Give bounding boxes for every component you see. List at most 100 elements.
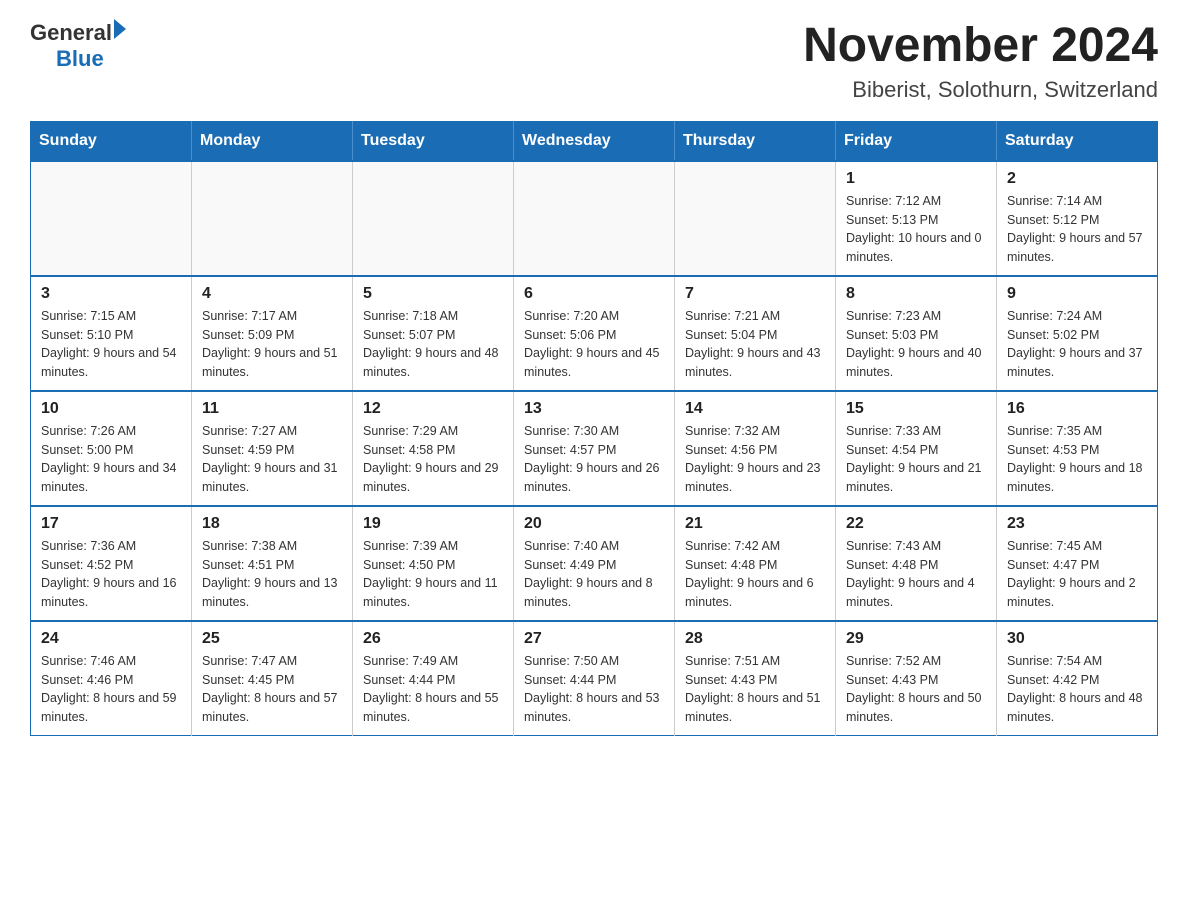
day-info: Sunrise: 7:14 AMSunset: 5:12 PMDaylight:… [1007, 192, 1147, 267]
col-header-wednesday: Wednesday [514, 121, 675, 161]
calendar-cell: 15 Sunrise: 7:33 AMSunset: 4:54 PMDayligh… [836, 391, 997, 506]
header: General Blue November 2024 Biberist, Sol… [30, 20, 1158, 103]
day-info: Sunrise: 7:49 AMSunset: 4:44 PMDaylight:… [363, 652, 503, 727]
day-info: Sunrise: 7:15 AMSunset: 5:10 PMDaylight:… [41, 307, 181, 382]
calendar-cell: 25Sunrise: 7:47 AMSunset: 4:45 PMDayligh… [192, 621, 353, 736]
day-number: 13 [524, 400, 664, 418]
calendar-cell [31, 161, 192, 276]
day-info: Sunrise: 7:33 AMSunset: 4:54 PMDaylight:… [846, 422, 986, 497]
day-number: 11 [202, 400, 342, 418]
calendar-cell [675, 161, 836, 276]
day-number: 18 [202, 515, 342, 533]
day-info: Sunrise: 7:18 AMSunset: 5:07 PMDaylight:… [363, 307, 503, 382]
calendar-cell: 17Sunrise: 7:36 AMSunset: 4:52 PMDayligh… [31, 506, 192, 621]
day-number: 14 [685, 400, 825, 418]
day-number: 4 [202, 285, 342, 303]
calendar-cell: 2 Sunrise: 7:14 AMSunset: 5:12 PMDaylight… [997, 161, 1158, 276]
day-info: Sunrise: 7:27 AMSunset: 4:59 PMDaylight:… [202, 422, 342, 497]
day-info: Sunrise: 7:26 AMSunset: 5:00 PMDaylight:… [41, 422, 181, 497]
calendar-week-row: 17Sunrise: 7:36 AMSunset: 4:52 PMDayligh… [31, 506, 1158, 621]
day-number: 2 [1007, 170, 1147, 188]
calendar-week-row: 10 Sunrise: 7:26 AMSunset: 5:00 PMDayligh… [31, 391, 1158, 506]
day-info: Sunrise: 7:21 AMSunset: 5:04 PMDaylight:… [685, 307, 825, 382]
day-info: Sunrise: 7:50 AMSunset: 4:44 PMDaylight:… [524, 652, 664, 727]
col-header-friday: Friday [836, 121, 997, 161]
col-header-tuesday: Tuesday [353, 121, 514, 161]
day-info: Sunrise: 7:29 AMSunset: 4:58 PMDaylight:… [363, 422, 503, 497]
calendar-cell [514, 161, 675, 276]
day-number: 16 [1007, 400, 1147, 418]
day-info: Sunrise: 7:46 AMSunset: 4:46 PMDaylight:… [41, 652, 181, 727]
day-number: 6 [524, 285, 664, 303]
day-number: 12 [363, 400, 503, 418]
calendar-cell: 20 Sunrise: 7:40 AMSunset: 4:49 PMDayligh… [514, 506, 675, 621]
col-header-monday: Monday [192, 121, 353, 161]
day-info: Sunrise: 7:52 AMSunset: 4:43 PMDaylight:… [846, 652, 986, 727]
calendar-cell: 8 Sunrise: 7:23 AMSunset: 5:03 PMDaylight… [836, 276, 997, 391]
calendar-cell: 21 Sunrise: 7:42 AMSunset: 4:48 PMDayligh… [675, 506, 836, 621]
col-header-sunday: Sunday [31, 121, 192, 161]
day-number: 19 [363, 515, 503, 533]
calendar-cell: 10 Sunrise: 7:26 AMSunset: 5:00 PMDayligh… [31, 391, 192, 506]
day-info: Sunrise: 7:17 AMSunset: 5:09 PMDaylight:… [202, 307, 342, 382]
day-number: 15 [846, 400, 986, 418]
day-info: Sunrise: 7:12 AMSunset: 5:13 PMDaylight:… [846, 192, 986, 267]
day-number: 21 [685, 515, 825, 533]
day-info: Sunrise: 7:42 AMSunset: 4:48 PMDaylight:… [685, 537, 825, 612]
day-number: 7 [685, 285, 825, 303]
calendar-cell: 1 Sunrise: 7:12 AMSunset: 5:13 PMDaylight… [836, 161, 997, 276]
day-number: 5 [363, 285, 503, 303]
calendar-cell: 18 Sunrise: 7:38 AMSunset: 4:51 PMDayligh… [192, 506, 353, 621]
page-subtitle: Biberist, Solothurn, Switzerland [803, 77, 1158, 103]
calendar-cell: 12 Sunrise: 7:29 AMSunset: 4:58 PMDayligh… [353, 391, 514, 506]
day-info: Sunrise: 7:45 AMSunset: 4:47 PMDaylight:… [1007, 537, 1147, 612]
calendar-week-row: 1 Sunrise: 7:12 AMSunset: 5:13 PMDaylight… [31, 161, 1158, 276]
calendar-cell: 4 Sunrise: 7:17 AMSunset: 5:09 PMDaylight… [192, 276, 353, 391]
day-info: Sunrise: 7:47 AMSunset: 4:45 PMDaylight:… [202, 652, 342, 727]
day-info: Sunrise: 7:20 AMSunset: 5:06 PMDaylight:… [524, 307, 664, 382]
day-info: Sunrise: 7:38 AMSunset: 4:51 PMDaylight:… [202, 537, 342, 612]
day-info: Sunrise: 7:43 AMSunset: 4:48 PMDaylight:… [846, 537, 986, 612]
day-number: 3 [41, 285, 181, 303]
col-header-saturday: Saturday [997, 121, 1158, 161]
calendar-cell: 3 Sunrise: 7:15 AMSunset: 5:10 PMDaylight… [31, 276, 192, 391]
day-info: Sunrise: 7:23 AMSunset: 5:03 PMDaylight:… [846, 307, 986, 382]
calendar-week-row: 24Sunrise: 7:46 AMSunset: 4:46 PMDayligh… [31, 621, 1158, 736]
day-info: Sunrise: 7:24 AMSunset: 5:02 PMDaylight:… [1007, 307, 1147, 382]
calendar-cell: 9Sunrise: 7:24 AMSunset: 5:02 PMDaylight… [997, 276, 1158, 391]
day-info: Sunrise: 7:51 AMSunset: 4:43 PMDaylight:… [685, 652, 825, 727]
logo: General Blue [30, 20, 126, 72]
calendar-cell: 6 Sunrise: 7:20 AMSunset: 5:06 PMDaylight… [514, 276, 675, 391]
calendar-cell: 16Sunrise: 7:35 AMSunset: 4:53 PMDayligh… [997, 391, 1158, 506]
day-info: Sunrise: 7:32 AMSunset: 4:56 PMDaylight:… [685, 422, 825, 497]
day-number: 27 [524, 630, 664, 648]
col-header-thursday: Thursday [675, 121, 836, 161]
day-number: 10 [41, 400, 181, 418]
day-info: Sunrise: 7:54 AMSunset: 4:42 PMDaylight:… [1007, 652, 1147, 727]
day-number: 26 [363, 630, 503, 648]
calendar-header-row: SundayMondayTuesdayWednesdayThursdayFrid… [31, 121, 1158, 161]
day-number: 23 [1007, 515, 1147, 533]
logo-blue: Blue [56, 46, 104, 72]
calendar-cell: 26 Sunrise: 7:49 AMSunset: 4:44 PMDayligh… [353, 621, 514, 736]
title-area: November 2024 Biberist, Solothurn, Switz… [803, 20, 1158, 103]
day-number: 1 [846, 170, 986, 188]
day-number: 20 [524, 515, 664, 533]
calendar-cell: 5 Sunrise: 7:18 AMSunset: 5:07 PMDaylight… [353, 276, 514, 391]
day-info: Sunrise: 7:39 AMSunset: 4:50 PMDaylight:… [363, 537, 503, 612]
page-title: November 2024 [803, 20, 1158, 73]
calendar-week-row: 3 Sunrise: 7:15 AMSunset: 5:10 PMDaylight… [31, 276, 1158, 391]
day-number: 8 [846, 285, 986, 303]
day-number: 28 [685, 630, 825, 648]
day-number: 22 [846, 515, 986, 533]
logo-triangle-icon [114, 19, 126, 39]
day-info: Sunrise: 7:36 AMSunset: 4:52 PMDaylight:… [41, 537, 181, 612]
calendar-cell: 29 Sunrise: 7:52 AMSunset: 4:43 PMDayligh… [836, 621, 997, 736]
calendar-cell: 24Sunrise: 7:46 AMSunset: 4:46 PMDayligh… [31, 621, 192, 736]
day-info: Sunrise: 7:40 AMSunset: 4:49 PMDaylight:… [524, 537, 664, 612]
day-number: 30 [1007, 630, 1147, 648]
logo-general: General [30, 20, 112, 46]
calendar-cell [192, 161, 353, 276]
day-info: Sunrise: 7:30 AMSunset: 4:57 PMDaylight:… [524, 422, 664, 497]
day-number: 29 [846, 630, 986, 648]
